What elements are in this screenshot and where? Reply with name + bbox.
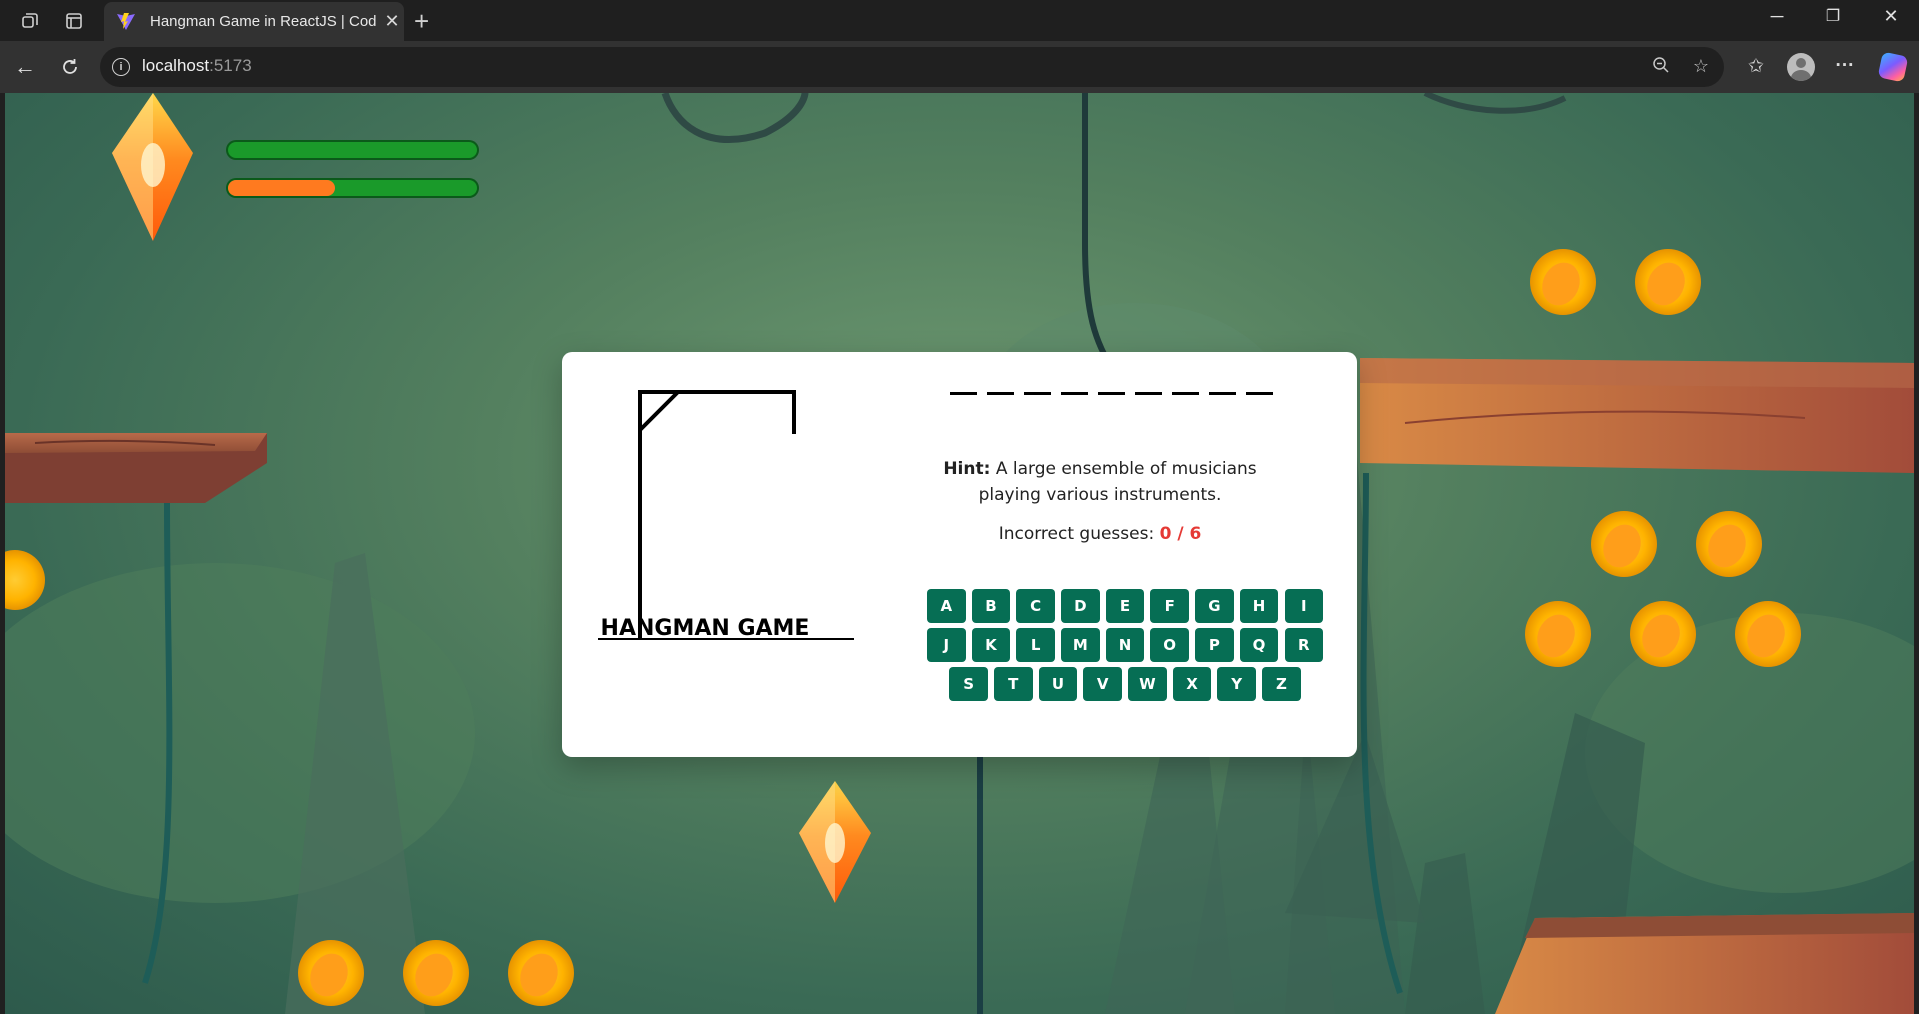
- health-bar: [226, 140, 479, 160]
- more-icon[interactable]: ···: [1832, 55, 1858, 77]
- guesses-count: 0 / 6: [1159, 524, 1202, 544]
- letter-slot: [987, 392, 1014, 395]
- gallows-icon: [598, 390, 854, 640]
- copilot-icon[interactable]: [1877, 51, 1909, 83]
- letter-key-p[interactable]: P: [1195, 628, 1234, 662]
- letter-key-u[interactable]: U: [1038, 667, 1078, 701]
- letter-key-i[interactable]: I: [1284, 589, 1323, 623]
- profile-icon[interactable]: [1787, 53, 1815, 81]
- site-info-icon[interactable]: i: [112, 58, 130, 76]
- tab-title: Hangman Game in ReactJS | Codin: [150, 13, 376, 30]
- back-icon[interactable]: ←: [11, 53, 39, 81]
- hint-text: Hint: A large ensemble of musicians play…: [943, 459, 1257, 505]
- letter-slot: [1246, 392, 1273, 395]
- letter-slot: [1135, 392, 1162, 395]
- minimize-icon[interactable]: ─: [1762, 6, 1792, 27]
- letter-key-y[interactable]: Y: [1217, 667, 1256, 701]
- close-tab-icon[interactable]: ✕: [382, 11, 402, 32]
- letter-slot: [1061, 392, 1088, 395]
- letter-key-e[interactable]: E: [1105, 589, 1145, 623]
- letter-key-b[interactable]: B: [971, 589, 1011, 623]
- letter-key-d[interactable]: D: [1061, 589, 1100, 623]
- close-window-icon[interactable]: ✕: [1876, 6, 1906, 27]
- letter-key-m[interactable]: M: [1061, 628, 1100, 662]
- letter-key-k[interactable]: K: [971, 628, 1011, 662]
- hangman-card: HANGMAN GAME Hint: A large ensemble of m…: [562, 352, 1357, 757]
- word-display: [950, 392, 1273, 395]
- tab-actions-icon[interactable]: [62, 9, 86, 33]
- game-viewport: HANGMAN GAME Hint: A large ensemble of m…: [5, 93, 1914, 1014]
- letter-key-a[interactable]: A: [927, 589, 966, 623]
- active-tab[interactable]: Hangman Game in ReactJS | Codin ✕: [104, 2, 404, 41]
- letter-slot: [1209, 392, 1236, 395]
- url-field[interactable]: i localhost:5173 ☆: [100, 47, 1724, 87]
- letter-key-l[interactable]: L: [1016, 628, 1055, 662]
- letter-key-g[interactable]: G: [1195, 589, 1234, 623]
- favorite-star-icon[interactable]: ☆: [1690, 56, 1712, 77]
- letter-key-r[interactable]: R: [1284, 628, 1323, 662]
- letter-slot: [1172, 392, 1199, 395]
- game-title: HANGMAN GAME: [600, 616, 810, 641]
- letter-key-c[interactable]: C: [1016, 589, 1055, 623]
- incorrect-guesses: Incorrect guesses: 0 / 6: [998, 524, 1202, 544]
- address-bar: ← i localhost:5173 ☆ ✩ ···: [0, 41, 1919, 93]
- letter-key-n[interactable]: N: [1105, 628, 1145, 662]
- letter-keyboard: ABCDEFGHI JKLMNOPQR STUVWXYZ: [924, 589, 1326, 701]
- letter-key-v[interactable]: V: [1083, 667, 1122, 701]
- letter-key-x[interactable]: X: [1172, 667, 1212, 701]
- workspaces-icon[interactable]: [18, 9, 42, 33]
- browser-tab-bar: Hangman Game in ReactJS | Codin ✕ + ─ ❐ …: [0, 0, 1919, 41]
- letter-key-f[interactable]: F: [1150, 589, 1189, 623]
- favicon-vite-icon: [117, 12, 135, 30]
- letter-key-j[interactable]: J: [927, 628, 966, 662]
- letter-slot: [1098, 392, 1125, 395]
- url-text: localhost:5173: [142, 56, 252, 75]
- gem-icon: [799, 781, 871, 903]
- gem-icon: [112, 93, 193, 241]
- reload-icon[interactable]: [56, 53, 84, 81]
- letter-key-z[interactable]: Z: [1262, 667, 1301, 701]
- letter-slot: [950, 392, 977, 395]
- energy-bar: [226, 178, 479, 198]
- restore-icon[interactable]: ❐: [1818, 6, 1848, 26]
- letter-key-w[interactable]: W: [1128, 667, 1167, 701]
- letter-key-o[interactable]: O: [1150, 628, 1189, 662]
- zoom-out-icon[interactable]: [1650, 56, 1672, 79]
- letter-key-s[interactable]: S: [949, 667, 988, 701]
- letter-key-q[interactable]: Q: [1239, 628, 1279, 662]
- favorites-icon[interactable]: ✩: [1743, 55, 1769, 78]
- new-tab-icon[interactable]: +: [414, 6, 429, 37]
- letter-key-t[interactable]: T: [994, 667, 1033, 701]
- letter-key-h[interactable]: H: [1239, 589, 1279, 623]
- letter-slot: [1024, 392, 1051, 395]
